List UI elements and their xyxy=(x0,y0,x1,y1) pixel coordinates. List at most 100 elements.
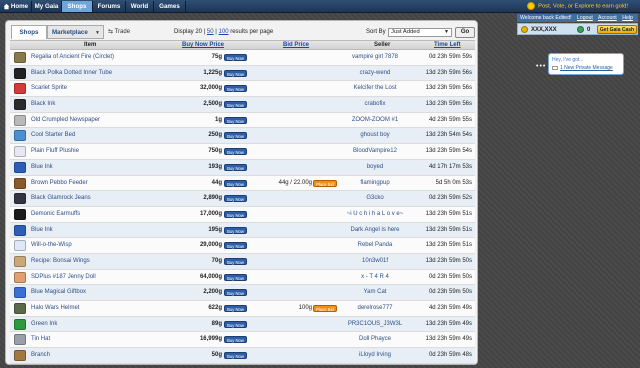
seller-link[interactable]: Dark Angel is here xyxy=(340,223,410,239)
buy-now-button[interactable]: Buy Now xyxy=(224,242,247,250)
tab-trade[interactable]: ⇆ Trade xyxy=(108,25,130,39)
item-name-link[interactable]: Cool Starter Bed xyxy=(31,128,75,144)
place-bid-button[interactable]: Place Bid xyxy=(313,305,337,312)
seller-link[interactable]: crazy-wend xyxy=(340,66,410,82)
buy-now-button[interactable]: Buy Now xyxy=(224,226,247,234)
col-buy-now-price[interactable]: Buy Now Price xyxy=(182,41,224,50)
place-bid-button[interactable]: Place Bid xyxy=(313,179,337,187)
account-link[interactable]: Account xyxy=(598,15,617,21)
seller-link[interactable]: x - T 4 R 4 xyxy=(340,270,410,286)
col-bid-price[interactable]: Bid Price xyxy=(283,41,309,50)
get-cash-button[interactable]: Get Gaia Cash xyxy=(597,25,637,34)
nav-tab-world[interactable]: World xyxy=(126,1,154,12)
item-thumbnail-icon[interactable] xyxy=(14,287,26,299)
item-thumbnail-icon[interactable] xyxy=(14,83,26,95)
col-time-left[interactable]: Time Left xyxy=(434,41,461,50)
buy-now-button[interactable]: Buy Now xyxy=(224,132,247,140)
item-name-link[interactable]: Black Polka Dotted Inner Tube xyxy=(31,66,112,82)
item-name-link[interactable]: Green Ink xyxy=(31,317,57,333)
item-thumbnail-icon[interactable] xyxy=(14,208,26,220)
seller-link[interactable]: PR3C1OUS_J3W3L xyxy=(340,317,410,333)
item-name-link[interactable]: Blue Ink xyxy=(31,223,53,239)
seller-link[interactable]: Doll Phayce xyxy=(340,332,410,348)
seller-link[interactable]: Rebel Panda xyxy=(340,238,410,254)
seller-link[interactable]: Kelcifer the Lost xyxy=(340,81,410,97)
buy-now-button[interactable]: Buy Now xyxy=(224,273,247,281)
buy-now-button[interactable]: Buy Now xyxy=(224,163,247,171)
seller-link[interactable]: crabofix xyxy=(340,97,410,113)
item-thumbnail-icon[interactable] xyxy=(14,334,26,346)
item-name-link[interactable]: Will-o-the-Wisp xyxy=(31,238,72,254)
item-thumbnail-icon[interactable] xyxy=(14,318,26,330)
item-thumbnail-icon[interactable] xyxy=(14,161,26,173)
item-thumbnail-icon[interactable] xyxy=(14,177,26,189)
buy-now-button[interactable]: Buy Now xyxy=(224,320,247,328)
buy-now-button[interactable]: Buy Now xyxy=(224,179,247,187)
pm-notification[interactable]: Hey, I've got... 1 New Private Message xyxy=(548,53,624,75)
buy-now-button[interactable]: Buy Now xyxy=(224,257,247,265)
buy-now-button[interactable]: Buy Now xyxy=(224,305,247,312)
seller-link[interactable]: iLloyd Irving xyxy=(340,348,410,364)
promo-banner[interactable]: Post, Vote, or Explore to earn gold! xyxy=(527,2,628,11)
item-thumbnail-icon[interactable] xyxy=(14,303,26,314)
item-thumbnail-icon[interactable] xyxy=(14,99,26,111)
buy-now-button[interactable]: Buy Now xyxy=(224,148,247,156)
item-thumbnail-icon[interactable] xyxy=(14,224,26,236)
seller-link[interactable]: boyed xyxy=(340,160,410,176)
logout-link[interactable]: Logout xyxy=(577,15,593,21)
go-button[interactable]: Go xyxy=(455,27,475,38)
nav-tab-forums[interactable]: Forums xyxy=(93,1,126,12)
item-name-link[interactable]: Scarlet Sprite xyxy=(31,81,67,97)
seller-link[interactable]: Yam Cat xyxy=(340,285,410,301)
item-name-link[interactable]: Plain Fluff Plushie xyxy=(31,144,79,160)
nav-tab-shops[interactable]: Shops xyxy=(62,1,93,12)
item-thumbnail-icon[interactable] xyxy=(14,146,26,158)
display-50-link[interactable]: 50 xyxy=(207,29,214,35)
seller-link[interactable]: ghoust boy xyxy=(340,128,410,144)
item-thumbnail-icon[interactable] xyxy=(14,193,26,205)
buy-now-button[interactable]: Buy Now xyxy=(224,54,247,61)
item-name-link[interactable]: Tin Hat xyxy=(31,332,50,348)
item-name-link[interactable]: Black Glamrock Jeans xyxy=(31,191,91,207)
item-name-link[interactable]: Branch xyxy=(31,348,50,364)
buy-now-button[interactable]: Buy Now xyxy=(224,85,247,93)
buy-now-button[interactable]: Buy Now xyxy=(224,195,247,203)
item-name-link[interactable]: Demonic Earmuffs xyxy=(31,207,80,223)
buy-now-button[interactable]: Buy Now xyxy=(224,101,247,109)
buy-now-button[interactable]: Buy Now xyxy=(224,69,247,77)
item-name-link[interactable]: Blue Ink xyxy=(31,160,53,176)
item-name-link[interactable]: Old Crumpled Newspaper xyxy=(31,113,100,129)
seller-link[interactable]: flamingpup xyxy=(340,176,410,192)
seller-link[interactable]: 10n3w01f xyxy=(340,254,410,270)
help-link[interactable]: Help xyxy=(622,15,633,21)
item-name-link[interactable]: Halo Wars Helmet xyxy=(31,301,79,317)
buy-now-button[interactable]: Buy Now xyxy=(224,210,247,218)
pm-link[interactable]: 1 New Private Message xyxy=(560,65,613,71)
seller-link[interactable]: BloodVampire12 xyxy=(340,144,410,160)
item-name-link[interactable]: SDPlus #187 Jenny Doll xyxy=(31,270,96,286)
item-thumbnail-icon[interactable] xyxy=(14,350,26,362)
nav-tab-mygaia[interactable]: My Gaia xyxy=(32,1,62,12)
seller-link[interactable]: ~i U c h i h a L o v e~ xyxy=(340,207,410,223)
seller-link[interactable]: ZOOM-ZOOM #1 xyxy=(340,113,410,129)
tab-marketplace[interactable]: Marketplace ▼ xyxy=(47,25,104,39)
tab-shops[interactable]: Shops xyxy=(11,25,47,39)
item-name-link[interactable]: Black Ink xyxy=(31,97,55,113)
seller-link[interactable]: G3cko xyxy=(340,191,410,207)
item-thumbnail-icon[interactable] xyxy=(14,130,26,142)
item-name-link[interactable]: Regalia of Ancient Fire (Circlet) xyxy=(31,50,114,66)
item-thumbnail-icon[interactable] xyxy=(14,271,26,283)
buy-now-button[interactable]: Buy Now xyxy=(224,289,247,297)
nav-tab-games[interactable]: Games xyxy=(154,1,186,12)
sort-select[interactable]: Just Added ▼ xyxy=(388,28,452,37)
item-thumbnail-icon[interactable] xyxy=(14,67,26,79)
item-thumbnail-icon[interactable] xyxy=(14,240,26,252)
item-name-link[interactable]: Recipe: Bonsai Wings xyxy=(31,254,90,270)
item-thumbnail-icon[interactable] xyxy=(14,114,26,126)
buy-now-button[interactable]: Buy Now xyxy=(224,336,247,344)
item-thumbnail-icon[interactable] xyxy=(14,255,26,267)
seller-link[interactable]: vampire girl 7878 xyxy=(340,50,410,66)
display-100-link[interactable]: 100 xyxy=(219,29,229,35)
item-thumbnail-icon[interactable] xyxy=(14,52,26,63)
item-name-link[interactable]: Blue Magical Giftbox xyxy=(31,285,86,301)
